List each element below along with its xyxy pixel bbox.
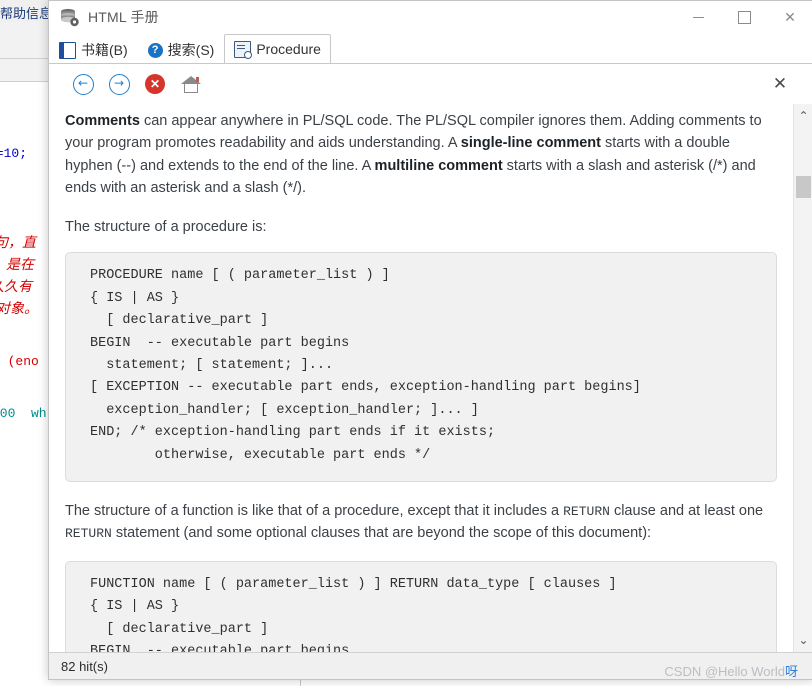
background-code-line: 久久有	[0, 280, 32, 295]
paragraph-function-text-1: The structure of a function is like that…	[65, 503, 564, 519]
scroll-down-button[interactable]: ⌄	[794, 628, 812, 652]
code-line: PROCEDURE name [ ( parameter_list ) ]	[90, 268, 390, 284]
term-single-line-comment: single-line comment	[460, 135, 601, 152]
code-block-function: FUNCTION name [ ( parameter_list ) ] RET…	[65, 560, 777, 652]
back-button[interactable]: ←	[65, 68, 101, 100]
tab-books[interactable]: 书籍(B)	[49, 36, 138, 63]
tab-procedure-label: Procedure	[256, 41, 321, 57]
term-comments: Comments	[65, 113, 140, 129]
scrollbar-thumb[interactable]	[796, 176, 811, 198]
book-icon	[59, 41, 76, 59]
code-line: [ declarative_part ]	[90, 313, 269, 329]
code-line: { IS | AS }	[90, 599, 180, 615]
window-controls: ✕	[675, 1, 812, 33]
watermark-suffix: 呀	[784, 664, 798, 679]
document-body: Comments can appear anywhere in PL/SQL c…	[49, 104, 793, 652]
panel-close-button[interactable]: ✕	[769, 73, 791, 95]
document-area: Comments can appear anywhere in PL/SQL c…	[49, 104, 812, 652]
hit-count-label: 82 hit(s)	[61, 658, 108, 674]
close-button[interactable]: ✕	[767, 1, 812, 33]
window-titlebar[interactable]: HTML 手册 ✕	[49, 1, 812, 33]
help-circle-icon: ?	[147, 42, 163, 58]
paragraph-function-text-2: clause and at least one	[609, 503, 764, 519]
arrow-right-icon: →	[108, 73, 130, 95]
window-title: HTML 手册	[88, 9, 159, 25]
html-manual-window: HTML 手册 ✕ 书籍(B) ? 搜索(S) Procedure ← → ✕ …	[48, 0, 812, 680]
tabstrip: 书籍(B) ? 搜索(S) Procedure	[49, 33, 812, 63]
close-icon: ✕	[772, 74, 788, 93]
background-code-line: 是在	[6, 258, 34, 273]
paragraph-function-intro: The structure of a function is like that…	[65, 500, 777, 545]
code-line: [ declarative_part ]	[90, 621, 269, 637]
code-line: BEGIN -- executable part begins	[90, 335, 350, 351]
arrow-left-icon: ←	[72, 73, 94, 95]
minimize-icon	[692, 16, 704, 18]
screen: 帮助信息(I) o=10; 句，直 是在 久久有 对象。 l (eno 200 …	[0, 0, 812, 686]
home-icon	[181, 75, 201, 93]
vertical-scrollbar[interactable]: ⌃ ⌄	[793, 104, 812, 652]
keyword-return-1: RETURN	[563, 504, 610, 519]
code-line: [ EXCEPTION -- executable part ends, exc…	[90, 380, 641, 396]
background-code-line: l (eno	[7, 354, 39, 369]
background-code-line: 对象。	[0, 302, 38, 317]
scroll-up-button[interactable]: ⌃	[794, 104, 812, 128]
code-line: exception_handler; [ exception_handler; …	[90, 402, 479, 418]
keyword-return-2: RETURN	[65, 526, 112, 542]
background-code-line: 200 wh	[0, 406, 47, 421]
minimize-button[interactable]	[675, 1, 721, 33]
close-icon: ✕	[784, 9, 796, 25]
background-code-line: o=10;	[0, 146, 28, 161]
tab-search-label: 搜索(S)	[167, 42, 215, 58]
navigation-toolbar: ← → ✕ ✕	[49, 64, 812, 104]
chevron-up-icon: ⌃	[798, 109, 809, 123]
code-line: FUNCTION name [ ( parameter_list ) ] RET…	[90, 576, 617, 592]
code-line: END; /* exception-handling part ends if …	[90, 425, 496, 441]
tab-procedure[interactable]: Procedure	[224, 34, 331, 63]
watermark: CSDN @Hello World呀	[664, 661, 798, 680]
content-panel: ← → ✕ ✕ Comments can appear anywhere in …	[49, 63, 812, 679]
background-code-line: 句，直	[0, 236, 36, 251]
forward-button[interactable]: →	[101, 68, 137, 100]
code-line: { IS | AS }	[90, 290, 180, 306]
watermark-prefix: CSDN @Hello World	[664, 664, 785, 679]
maximize-button[interactable]	[721, 1, 767, 33]
paragraph-comments: Comments can appear anywhere in PL/SQL c…	[65, 110, 777, 200]
maximize-icon	[737, 10, 751, 24]
home-button[interactable]	[173, 68, 209, 100]
code-line: otherwise, executable part ends */	[90, 447, 431, 463]
term-multiline-comment: multiline comment	[374, 157, 503, 174]
tab-search[interactable]: ? 搜索(S)	[138, 36, 225, 63]
paragraph-function-text-3: statement (and some optional clauses tha…	[111, 525, 652, 542]
tab-books-label: 书籍(B)	[81, 42, 128, 58]
code-line: statement; [ statement; ]...	[90, 357, 334, 373]
paragraph-procedure-intro: The structure of a procedure is:	[65, 218, 267, 235]
stop-icon: ✕	[145, 74, 165, 94]
stop-button[interactable]: ✕	[137, 68, 173, 100]
code-block-procedure: PROCEDURE name [ ( parameter_list ) ] { …	[65, 252, 777, 482]
procedure-icon	[234, 40, 253, 59]
code-line: BEGIN -- executable part begins	[90, 644, 350, 652]
chevron-down-icon: ⌄	[798, 633, 809, 647]
database-stack-icon	[58, 6, 80, 28]
